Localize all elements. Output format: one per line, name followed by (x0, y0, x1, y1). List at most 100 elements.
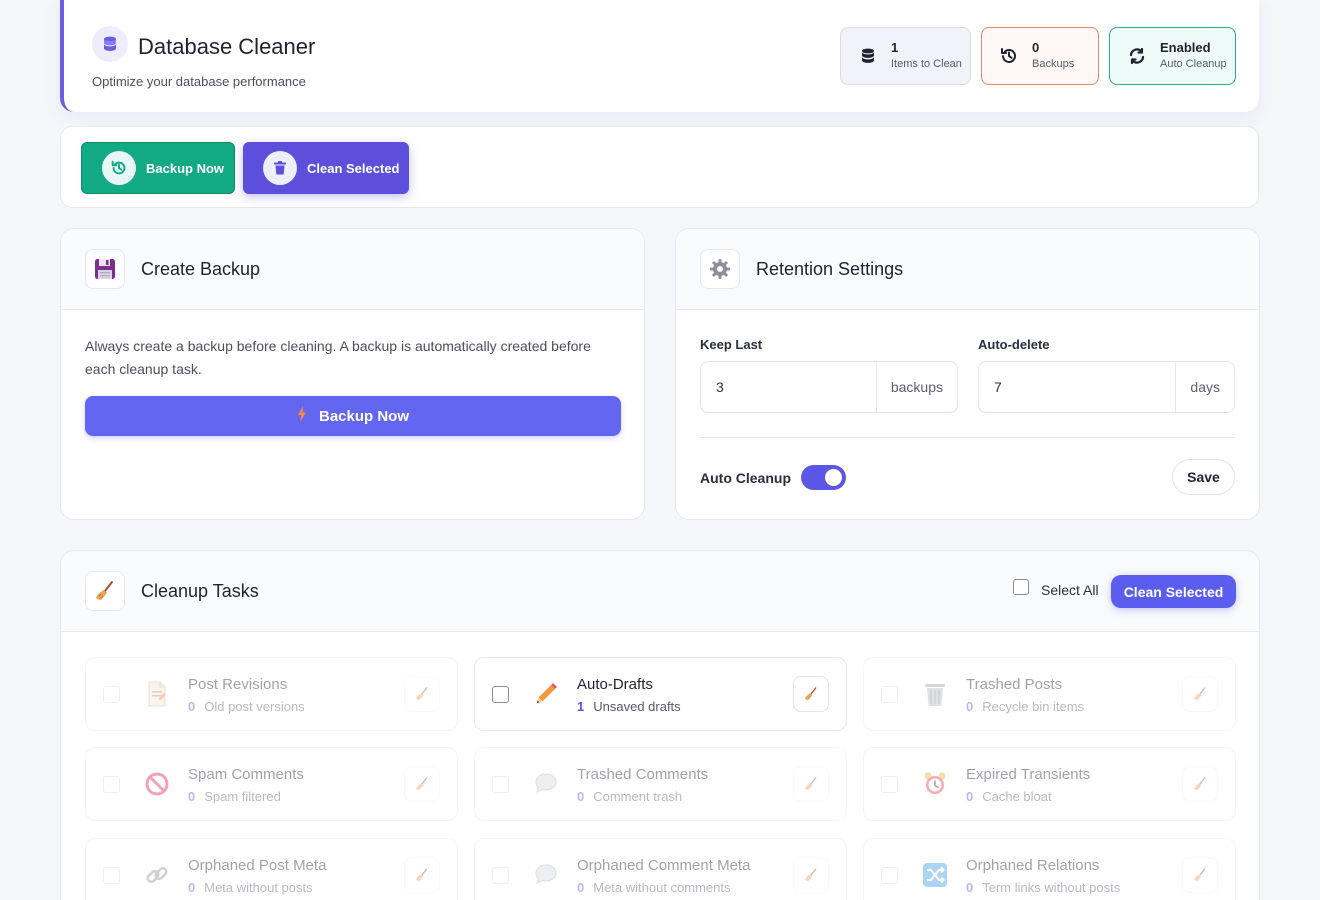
history-icon (102, 151, 136, 185)
task-trashed-comments: Trashed Comments 0 Comment trash (474, 747, 847, 821)
task-meta: 0 Recycle bin items (966, 699, 1084, 714)
task-checkbox[interactable] (492, 686, 509, 703)
task-auto-drafts: Auto-Drafts 1 Unsaved drafts (474, 657, 847, 731)
task-checkbox[interactable] (881, 686, 898, 703)
keep-last-label: Keep Last (700, 337, 763, 352)
task-trashed-posts: Trashed Posts 0 Recycle bin items (863, 657, 1236, 731)
task-description: Comment trash (593, 789, 683, 804)
stat-auto-cleanup: Enabled Auto Cleanup (1109, 27, 1236, 85)
keep-last-input[interactable]: 3 backups (700, 361, 958, 413)
task-meta: 0 Spam filtered (188, 789, 281, 804)
task-meta: 0 Comment trash (577, 789, 682, 804)
auto-delete-input[interactable]: 7 days (978, 361, 1235, 413)
task-name: Trashed Comments (577, 766, 709, 783)
task-clean-button[interactable] (793, 857, 829, 893)
task-description: Recycle bin items (982, 699, 1085, 714)
task-checkbox[interactable] (103, 776, 120, 793)
task-count: 1 (577, 699, 585, 714)
create-backup-button[interactable]: Backup Now (85, 396, 621, 436)
auto-delete-label: Auto-delete (978, 337, 1050, 352)
task-count: 0 (577, 880, 585, 895)
auto-cleanup-toggle[interactable] (801, 465, 846, 490)
tasks-clean-selected-button[interactable]: Clean Selected (1111, 575, 1236, 608)
broom-icon (85, 571, 125, 611)
auto-cleanup-label: Auto Cleanup (700, 470, 791, 486)
stat-label: Backups (1032, 58, 1075, 70)
task-meta: 1 Unsaved drafts (577, 699, 681, 714)
alarm-clock-icon (916, 765, 954, 803)
auto-delete-value: 7 (994, 379, 1002, 395)
link-icon (138, 856, 176, 894)
task-count: 0 (966, 789, 974, 804)
prohibited-icon (138, 765, 176, 803)
task-clean-button[interactable] (1182, 857, 1218, 893)
broom-icon (1194, 777, 1206, 790)
broom-icon (416, 777, 428, 790)
card-title: Cleanup Tasks (141, 580, 259, 601)
thought-bubble-icon (527, 856, 565, 894)
task-name: Orphaned Comment Meta (577, 857, 751, 874)
action-bar: Backup Now Clean Selected (60, 126, 1259, 208)
floppy-disk-icon (85, 249, 125, 289)
task-meta: 0 Old post versions (188, 699, 305, 714)
task-clean-button[interactable] (793, 676, 829, 712)
stat-value: 1 (891, 40, 899, 55)
task-clean-button[interactable] (404, 676, 440, 712)
task-count: 0 (966, 699, 974, 714)
keep-last-unit: backups (875, 362, 957, 412)
broom-icon (416, 868, 428, 881)
task-description: Meta without comments (593, 880, 731, 895)
task-name: Orphaned Relations (966, 857, 1100, 874)
select-all-checkbox[interactable]: Select All (1013, 579, 1099, 598)
task-checkbox[interactable] (881, 776, 898, 793)
stat-backups: 0 Backups (981, 27, 1099, 85)
task-name: Orphaned Post Meta (188, 857, 327, 874)
keep-last-value: 3 (716, 379, 724, 395)
retention-settings-card: Retention Settings Keep Last 3 backups A… (675, 228, 1260, 520)
task-orphaned-relations: Orphaned Relations 0 Term links without p… (863, 838, 1236, 900)
backup-description: Always create a backup before cleaning. … (85, 338, 591, 377)
task-clean-button[interactable] (793, 766, 829, 802)
save-button[interactable]: Save (1172, 459, 1235, 495)
card-header: Create Backup (61, 229, 644, 310)
task-checkbox[interactable] (492, 776, 509, 793)
task-count: 0 (188, 880, 196, 895)
broom-icon (416, 687, 428, 700)
broom-icon (805, 777, 817, 790)
page-title: Database Cleaner (138, 34, 316, 59)
cleanup-tasks-card: Cleanup Tasks Select All Clean Selected … (60, 550, 1260, 900)
speech-bubble-icon (527, 765, 565, 803)
task-count: 0 (577, 789, 585, 804)
broom-icon (805, 868, 817, 881)
divider (700, 437, 1235, 438)
task-description: Term links without posts (982, 880, 1121, 895)
checkbox[interactable] (1013, 579, 1029, 595)
broom-icon (1194, 687, 1206, 700)
task-clean-button[interactable] (1182, 766, 1218, 802)
stat-items-to-clean: 1 Items to Clean (840, 27, 971, 85)
task-name: Auto-Drafts (577, 676, 653, 693)
task-meta: 0 Meta without posts (188, 880, 313, 895)
task-checkbox[interactable] (103, 686, 120, 703)
task-checkbox[interactable] (492, 867, 509, 884)
clean-selected-label: Clean Selected (307, 160, 400, 176)
clean-selected-button[interactable]: Clean Selected (243, 142, 409, 194)
task-name: Spam Comments (188, 766, 304, 783)
task-checkbox[interactable] (881, 867, 898, 884)
task-clean-button[interactable] (404, 766, 440, 802)
database-icon (92, 26, 128, 62)
task-orphaned-comment-meta: Orphaned Comment Meta 0 Meta without comm… (474, 838, 847, 900)
task-clean-button[interactable] (1182, 676, 1218, 712)
page-icon (138, 675, 176, 713)
trash-can-icon (916, 675, 954, 713)
task-description: Spam filtered (204, 789, 281, 804)
select-all-label: Select All (1041, 582, 1099, 598)
task-clean-button[interactable] (404, 857, 440, 893)
backup-now-button[interactable]: Backup Now (81, 142, 235, 194)
broom-icon (805, 687, 817, 700)
card-title: Create Backup (141, 258, 261, 279)
history-icon (998, 45, 1020, 67)
task-count: 0 (966, 880, 974, 895)
task-checkbox[interactable] (103, 867, 120, 884)
task-orphaned-post-meta: Orphaned Post Meta 0 Meta without posts (85, 838, 458, 900)
